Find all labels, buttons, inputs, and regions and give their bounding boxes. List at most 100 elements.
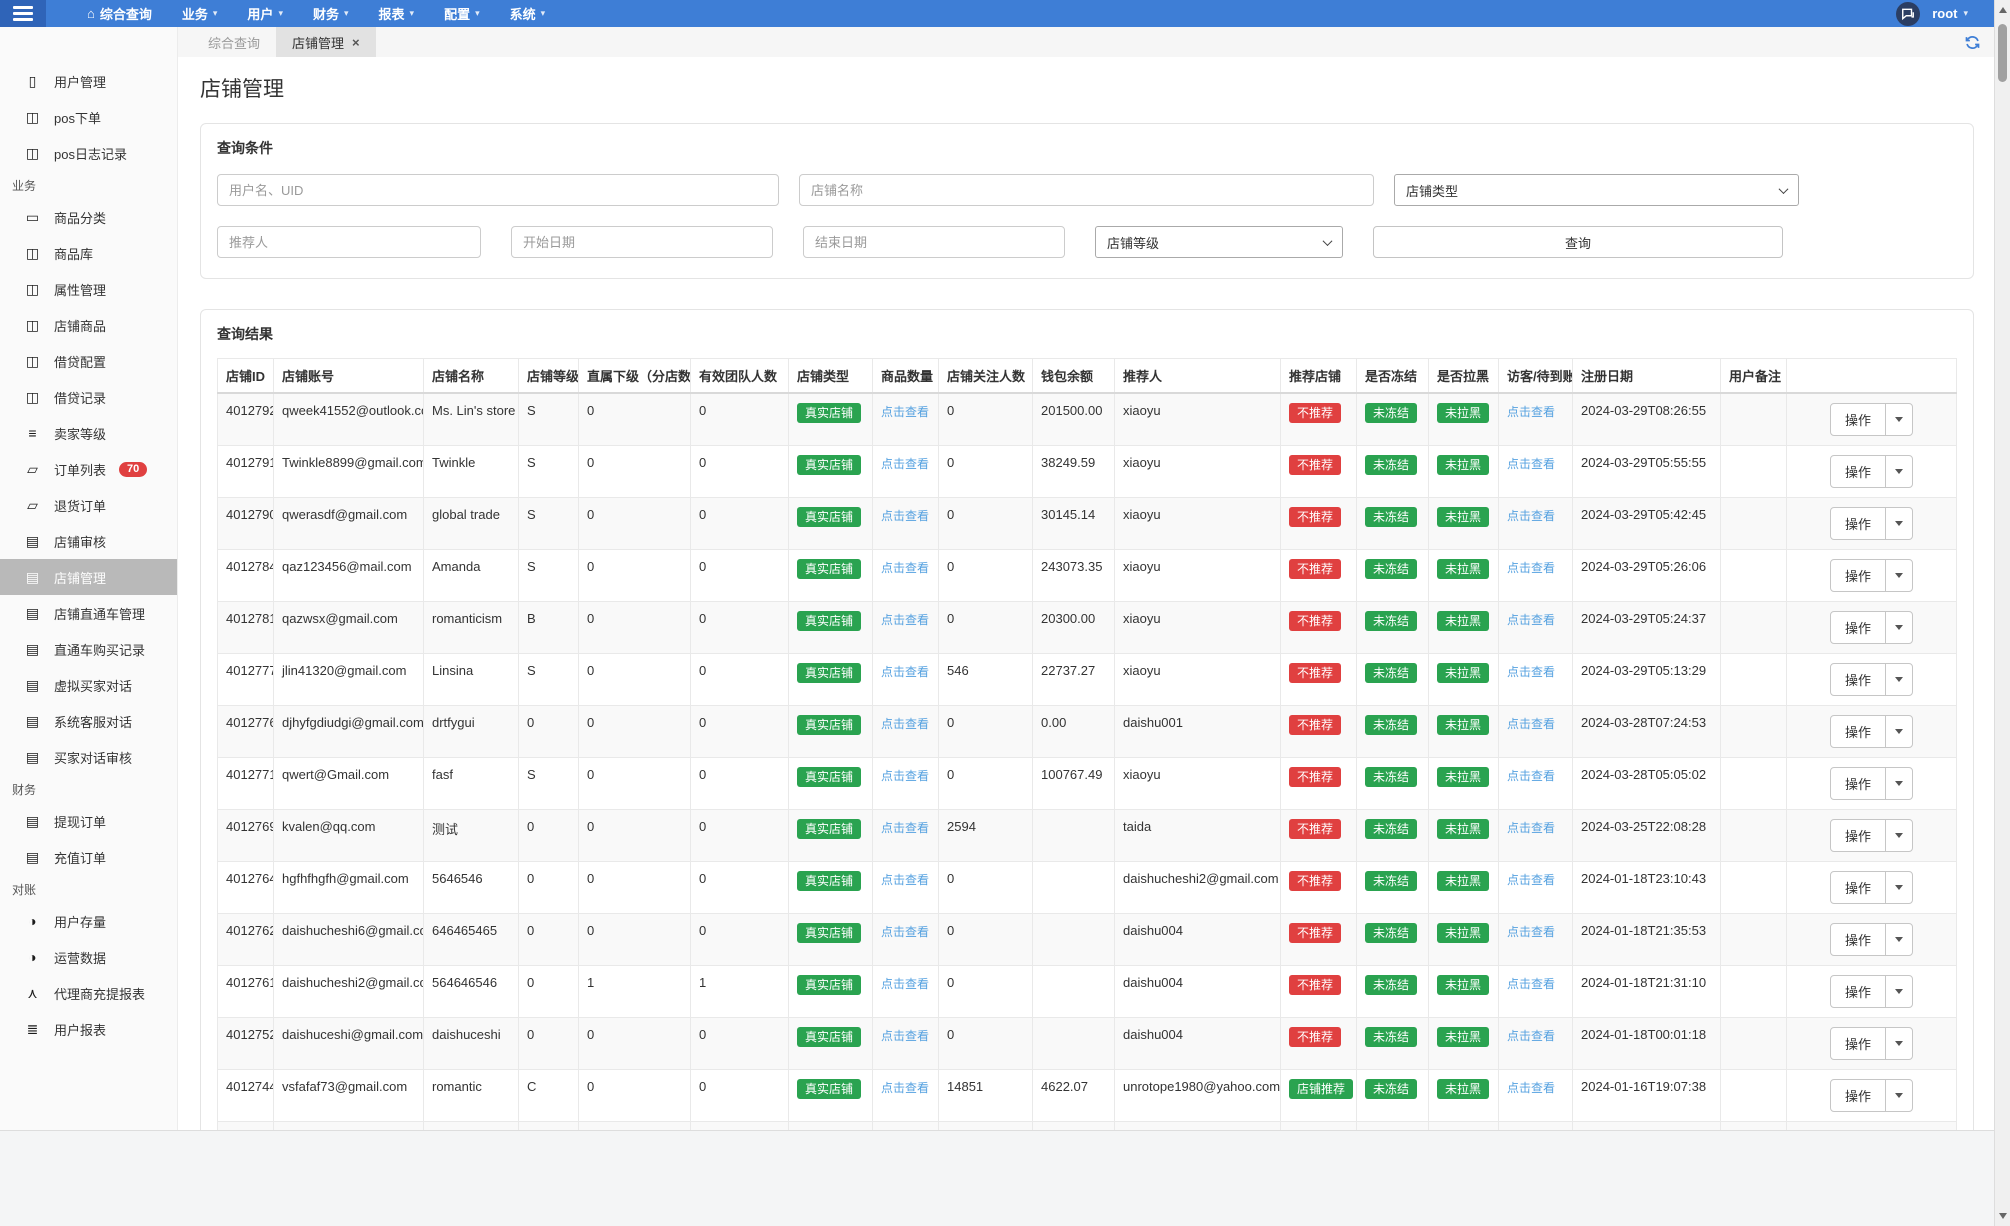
action-button-label[interactable]: 操作 <box>1831 1080 1885 1111</box>
action-dropdown-toggle[interactable] <box>1885 1028 1912 1059</box>
visitor-view-link[interactable]: 点击查看 <box>1507 509 1555 523</box>
visitor-view-link[interactable]: 点击查看 <box>1507 873 1555 887</box>
visitor-view-link[interactable]: 点击查看 <box>1507 821 1555 835</box>
nav-item-2[interactable]: 用户 ▾ <box>234 0 296 27</box>
goods-view-link[interactable]: 点击查看 <box>881 873 929 887</box>
goods-view-link[interactable]: 点击查看 <box>881 457 929 471</box>
action-button-label[interactable]: 操作 <box>1831 560 1885 591</box>
visitor-view-link[interactable]: 点击查看 <box>1507 1081 1555 1095</box>
sidebar-item-19[interactable]: ▤ 买家对话审核 <box>0 739 177 775</box>
action-button-label[interactable]: 操作 <box>1831 508 1885 539</box>
scrollbar-thumb[interactable] <box>1998 24 2007 82</box>
nav-item-6[interactable]: 系统 ▾ <box>497 0 559 27</box>
goods-view-link[interactable]: 点击查看 <box>881 405 929 419</box>
visitor-view-link[interactable]: 点击查看 <box>1507 613 1555 627</box>
sidebar-item-12[interactable]: ▱ 退货订单 <box>0 487 177 523</box>
nav-item-5[interactable]: 配置 ▾ <box>431 0 493 27</box>
visitor-view-link[interactable]: 点击查看 <box>1507 769 1555 783</box>
close-icon[interactable]: × <box>352 36 360 49</box>
action-split-button[interactable]: 操作 <box>1829 767 1913 800</box>
action-button-label[interactable]: 操作 <box>1831 924 1885 955</box>
filter-select-店铺等级[interactable]: 店铺等级 <box>1095 226 1343 258</box>
visitor-view-link[interactable]: 点击查看 <box>1507 1029 1555 1043</box>
goods-view-link[interactable]: 点击查看 <box>881 925 929 939</box>
sidebar-item-11[interactable]: ▱ 订单列表 70 <box>0 451 177 487</box>
goods-view-link[interactable]: 点击查看 <box>881 977 929 991</box>
action-dropdown-toggle[interactable] <box>1885 456 1912 487</box>
sidebar-item-18[interactable]: ▤ 系统客服对话 <box>0 703 177 739</box>
sidebar-item-25[interactable]: ◑ 运营数据 <box>0 939 177 975</box>
goods-view-link[interactable]: 点击查看 <box>881 717 929 731</box>
action-dropdown-toggle[interactable] <box>1885 820 1912 851</box>
sidebar-item-5[interactable]: ◫ 商品库 <box>0 235 177 271</box>
goods-view-link[interactable]: 点击查看 <box>881 509 929 523</box>
visitor-view-link[interactable]: 点击查看 <box>1507 717 1555 731</box>
action-dropdown-toggle[interactable] <box>1885 924 1912 955</box>
visitor-view-link[interactable]: 点击查看 <box>1507 925 1555 939</box>
goods-view-link[interactable]: 点击查看 <box>881 821 929 835</box>
action-button-label[interactable]: 操作 <box>1831 716 1885 747</box>
action-button-label[interactable]: 操作 <box>1831 404 1885 435</box>
nav-item-4[interactable]: 报表 ▾ <box>366 0 428 27</box>
action-split-button[interactable]: 操作 <box>1829 455 1913 488</box>
sidebar-item-21[interactable]: ▤ 提现订单 <box>0 803 177 839</box>
action-split-button[interactable]: 操作 <box>1829 819 1913 852</box>
scroll-up-icon[interactable] <box>1998 7 2007 13</box>
sidebar-item-10[interactable]: ≡ 卖家等级 <box>0 415 177 451</box>
sidebar-item-27[interactable]: ≣ 用户报表 <box>0 1011 177 1047</box>
action-split-button[interactable]: 操作 <box>1829 1027 1913 1060</box>
nav-item-1[interactable]: 业务 ▾ <box>169 0 231 27</box>
nav-item-3[interactable]: 财务 ▾ <box>300 0 362 27</box>
visitor-view-link[interactable]: 点击查看 <box>1507 405 1555 419</box>
action-button-label[interactable]: 操作 <box>1831 976 1885 1007</box>
action-split-button[interactable]: 操作 <box>1829 403 1913 436</box>
scroll-down-icon[interactable] <box>1998 1213 2007 1219</box>
sidebar-item-22[interactable]: ▤ 充值订单 <box>0 839 177 875</box>
goods-view-link[interactable]: 点击查看 <box>881 561 929 575</box>
sidebar-item-17[interactable]: ▤ 虚拟买家对话 <box>0 667 177 703</box>
sidebar-item-0[interactable]: ▯ 用户管理 <box>0 63 177 99</box>
action-dropdown-toggle[interactable] <box>1885 872 1912 903</box>
sidebar-item-14[interactable]: ▤ 店铺管理 <box>0 559 177 595</box>
action-split-button[interactable]: 操作 <box>1829 1079 1913 1112</box>
action-dropdown-toggle[interactable] <box>1885 612 1912 643</box>
sidebar-item-8[interactable]: ◫ 借贷配置 <box>0 343 177 379</box>
goods-view-link[interactable]: 点击查看 <box>881 613 929 627</box>
action-button-label[interactable]: 操作 <box>1831 612 1885 643</box>
user-menu[interactable]: root ▾ <box>1932 6 1968 21</box>
filter-input-开始日期[interactable] <box>511 226 773 258</box>
tab-0[interactable]: 综合查询 <box>192 27 276 57</box>
action-dropdown-toggle[interactable] <box>1885 664 1912 695</box>
filter-input-店铺名称[interactable] <box>799 174 1374 206</box>
chat-button[interactable] <box>1896 1 1921 26</box>
action-button-label[interactable]: 操作 <box>1831 820 1885 851</box>
refresh-button[interactable] <box>1965 35 1980 50</box>
sidebar-item-2[interactable]: ◫ pos日志记录 <box>0 135 177 171</box>
sidebar-item-26[interactable]: ⋏ 代理商充提报表 <box>0 975 177 1011</box>
sidebar-item-7[interactable]: ◫ 店铺商品 <box>0 307 177 343</box>
filter-input-用户名、UID[interactable] <box>217 174 779 206</box>
filter-input-结束日期[interactable] <box>803 226 1065 258</box>
action-split-button[interactable]: 操作 <box>1829 715 1913 748</box>
sidebar-item-6[interactable]: ◫ 属性管理 <box>0 271 177 307</box>
visitor-view-link[interactable]: 点击查看 <box>1507 561 1555 575</box>
action-split-button[interactable]: 操作 <box>1829 663 1913 696</box>
goods-view-link[interactable]: 点击查看 <box>881 665 929 679</box>
sidebar-item-13[interactable]: ▤ 店铺审核 <box>0 523 177 559</box>
action-dropdown-toggle[interactable] <box>1885 1080 1912 1111</box>
action-button-label[interactable]: 操作 <box>1831 456 1885 487</box>
action-dropdown-toggle[interactable] <box>1885 976 1912 1007</box>
action-split-button[interactable]: 操作 <box>1829 975 1913 1008</box>
action-dropdown-toggle[interactable] <box>1885 404 1912 435</box>
visitor-view-link[interactable]: 点击查看 <box>1507 977 1555 991</box>
sidebar-item-15[interactable]: ▤ 店铺直通车管理 <box>0 595 177 631</box>
action-button-label[interactable]: 操作 <box>1831 768 1885 799</box>
sidebar-item-24[interactable]: ◑ 用户存量 <box>0 903 177 939</box>
search-button[interactable]: 查询 <box>1373 226 1783 258</box>
action-button-label[interactable]: 操作 <box>1831 664 1885 695</box>
sidebar-toggle-button[interactable] <box>0 0 46 27</box>
sidebar-item-4[interactable]: ▭ 商品分类 <box>0 199 177 235</box>
vertical-scrollbar[interactable] <box>1994 0 2010 1226</box>
filter-select-店铺类型[interactable]: 店铺类型 <box>1394 174 1799 206</box>
visitor-view-link[interactable]: 点击查看 <box>1507 457 1555 471</box>
